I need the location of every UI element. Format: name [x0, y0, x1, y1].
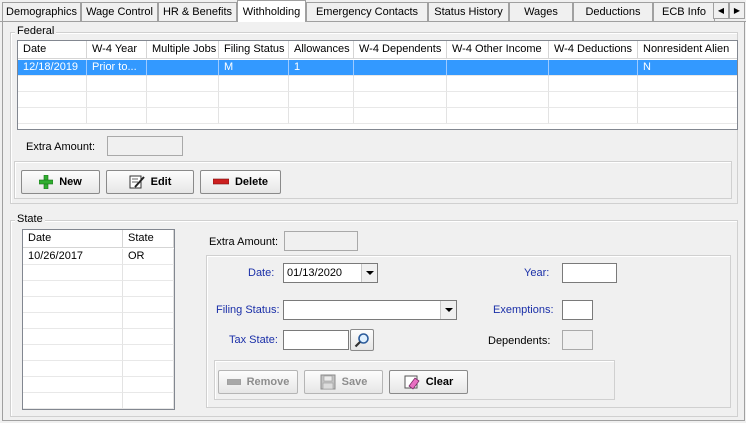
arrow-right-icon: ▶	[733, 6, 741, 15]
federal-group-title: Federal	[15, 25, 57, 37]
table-row-empty	[23, 329, 174, 345]
cell-state-date: 10/26/2017	[23, 249, 123, 265]
col-state[interactable]: State	[123, 230, 174, 248]
col-nonresident-alien[interactable]: Nonresident Alien	[638, 41, 737, 59]
chevron-down-icon[interactable]	[440, 301, 456, 319]
date-label: Date:	[248, 267, 275, 279]
cell-w4-other-income	[447, 60, 549, 76]
col-w4-year[interactable]: W-4 Year	[87, 41, 147, 59]
remove-button[interactable]: Remove	[218, 370, 298, 394]
dependents-label: Dependents:	[488, 335, 551, 347]
tab-withholding[interactable]: Withholding	[237, 0, 306, 22]
table-row-empty	[23, 313, 174, 329]
table-row-empty	[23, 377, 174, 393]
col-date[interactable]: Date	[18, 41, 87, 59]
state-extra-amount-label: Extra Amount:	[209, 236, 279, 248]
delete-button-label: Delete	[234, 176, 269, 188]
delete-button[interactable]: Delete	[200, 170, 281, 194]
save-button[interactable]: Save	[304, 370, 383, 394]
edit-pencil-icon	[129, 175, 145, 189]
tab-status-history[interactable]: Status History	[428, 2, 509, 22]
cell-w4-dependents	[354, 60, 447, 76]
table-row-empty	[23, 393, 174, 409]
search-icon	[354, 333, 369, 348]
filing-status-select[interactable]	[283, 300, 457, 320]
tab-scroll-right-button[interactable]: ▶	[729, 2, 745, 19]
arrow-left-icon: ◀	[717, 6, 725, 15]
tax-state-search-button[interactable]	[350, 329, 374, 351]
table-row[interactable]: 12/18/2019 Prior to... M 1 N	[18, 60, 737, 76]
cell-state: OR	[123, 249, 174, 265]
federal-extra-amount-field[interactable]	[107, 136, 183, 156]
cell-nonresident-alien: N	[638, 60, 737, 76]
state-extra-amount-field[interactable]	[284, 231, 358, 251]
col-w4-other-income[interactable]: W-4 Other Income	[447, 41, 549, 59]
tab-hr-benefits[interactable]: HR & Benefits	[158, 2, 237, 22]
tax-state-field[interactable]	[283, 330, 349, 350]
col-multiple-jobs[interactable]: Multiple Jobs	[147, 41, 219, 59]
eraser-icon	[404, 375, 420, 390]
clear-button[interactable]: Clear	[389, 370, 468, 394]
filing-status-label: Filing Status:	[216, 304, 280, 316]
state-grid-header: Date State	[23, 230, 174, 248]
table-row-empty	[23, 361, 174, 377]
tab-scroll-left-button[interactable]: ◀	[713, 2, 729, 19]
state-group-title: State	[15, 213, 45, 225]
tab-bar: Demographics Wage Control HR & Benefits …	[0, 0, 746, 22]
table-row-empty	[18, 92, 737, 108]
federal-extra-amount-label: Extra Amount:	[26, 141, 96, 153]
state-grid[interactable]: Date State 10/26/2017 OR	[22, 229, 175, 410]
tab-deductions[interactable]: Deductions	[573, 2, 653, 22]
year-field[interactable]	[562, 263, 617, 283]
cell-multiple-jobs	[147, 60, 219, 76]
chevron-down-icon[interactable]	[361, 264, 377, 282]
col-w4-deductions[interactable]: W-4 Deductions	[549, 41, 638, 59]
table-row-empty	[18, 108, 737, 124]
dependents-field[interactable]	[562, 330, 593, 350]
col-filing-status[interactable]: Filing Status	[219, 41, 289, 59]
table-row-empty	[23, 281, 174, 297]
date-picker[interactable]: 01/13/2020	[283, 263, 378, 283]
cell-w4-year: Prior to...	[87, 60, 147, 76]
new-button[interactable]: New	[21, 170, 100, 194]
table-row-empty	[23, 265, 174, 281]
edit-button-label: Edit	[150, 176, 172, 188]
minus-icon	[212, 178, 229, 185]
exemptions-label: Exemptions:	[493, 304, 554, 316]
col-allowances[interactable]: Allowances	[289, 41, 354, 59]
minus-icon	[226, 379, 241, 385]
federal-grid[interactable]: Date W-4 Year Multiple Jobs Filing Statu…	[17, 40, 738, 130]
new-button-label: New	[59, 176, 82, 188]
table-row[interactable]: 10/26/2017 OR	[23, 249, 174, 265]
cell-filing-status: M	[219, 60, 289, 76]
tab-wages[interactable]: Wages	[509, 2, 573, 22]
date-value: 01/13/2020	[287, 267, 343, 279]
edit-button[interactable]: Edit	[106, 170, 194, 194]
tax-state-label: Tax State:	[229, 334, 278, 346]
col-state-date[interactable]: Date	[23, 230, 123, 248]
cell-allowances: 1	[289, 60, 354, 76]
save-button-label: Save	[341, 376, 368, 388]
table-row-empty	[23, 297, 174, 313]
col-w4-dependents[interactable]: W-4 Dependents	[354, 41, 447, 59]
tab-ecb-info[interactable]: ECB Info	[653, 2, 715, 22]
year-label: Year:	[524, 267, 550, 279]
table-row-empty	[23, 345, 174, 361]
tab-demographics[interactable]: Demographics	[2, 2, 81, 22]
clear-button-label: Clear	[425, 376, 454, 388]
exemptions-field[interactable]	[562, 300, 593, 320]
table-row-empty	[18, 76, 737, 92]
tab-emergency-contacts[interactable]: Emergency Contacts	[306, 2, 428, 22]
federal-grid-header: Date W-4 Year Multiple Jobs Filing Statu…	[18, 41, 737, 59]
remove-button-label: Remove	[246, 376, 290, 388]
cell-date: 12/18/2019	[18, 60, 87, 76]
plus-icon	[39, 175, 54, 189]
cell-w4-deductions	[549, 60, 638, 76]
tab-wage-control[interactable]: Wage Control	[81, 2, 158, 22]
save-disk-icon	[320, 374, 336, 390]
